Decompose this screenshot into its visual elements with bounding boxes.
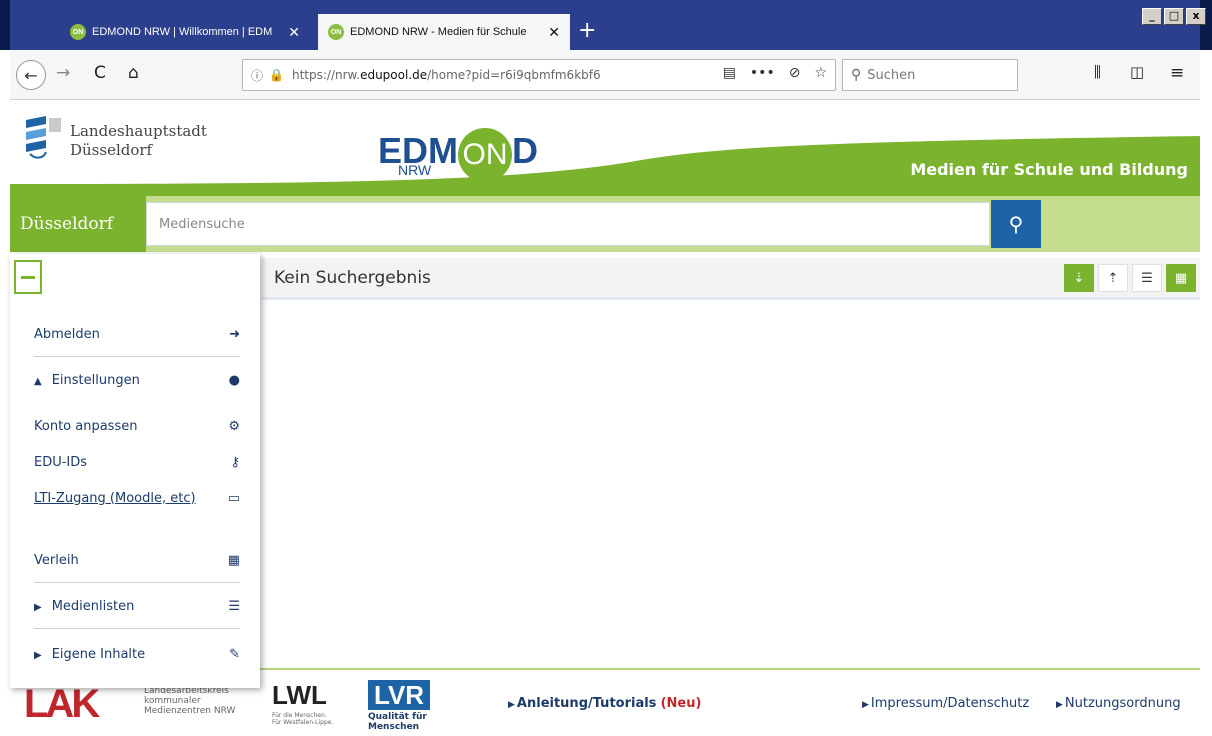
url-text: https://nrw.edupool.de/home?pid=r6i9qbmf…: [291, 68, 601, 82]
menu-item-konto-anpassen[interactable]: Konto anpassen ⚙: [34, 412, 240, 440]
collapse-menu-button[interactable]: [14, 260, 42, 294]
menu-item-verleih[interactable]: Verleih ▦: [34, 546, 240, 574]
minimize-button[interactable]: _: [1142, 8, 1162, 25]
sidebar-toggle-icon[interactable]: ◫: [1130, 63, 1144, 81]
close-tab-icon[interactable]: ✕: [548, 24, 560, 41]
media-search-input[interactable]: Mediensuche: [146, 202, 990, 246]
search-row: Düsseldorf Mediensuche ⚲: [10, 196, 1200, 252]
sort-desc-button[interactable]: ⇣: [1064, 264, 1094, 292]
divider: [34, 582, 240, 583]
city-select-button[interactable]: Düsseldorf: [10, 196, 146, 252]
menu-item-edu-ids[interactable]: EDU-IDs ⚷: [34, 448, 240, 476]
edmond-favicon-icon: ON: [70, 24, 86, 40]
reader-view-icon[interactable]: ▤: [723, 65, 736, 81]
gear-icon: ⚙: [228, 418, 240, 434]
duesseldorf-logo-icon: [26, 116, 61, 159]
url-bar[interactable]: ⓘ 🔒 https://nrw.edupool.de/home?pid=r6i9…: [242, 59, 836, 91]
new-tab-icon[interactable]: +: [578, 17, 596, 45]
close-tab-icon[interactable]: ✕: [288, 24, 300, 41]
lvr-logo[interactable]: LVR Qualität für Menschen: [368, 680, 478, 732]
caret-right-icon: ▶: [34, 649, 42, 661]
divider: [34, 356, 240, 357]
results-tools: ⇣ ⇡ ☰ ▦: [1064, 264, 1196, 292]
library-icon[interactable]: ⫼: [1094, 63, 1101, 81]
sort-asc-button[interactable]: ⇡: [1098, 264, 1128, 292]
tab-title: EDMOND NRW - Medien für Schule: [350, 26, 527, 38]
edit-icon: ✎: [229, 646, 240, 662]
tab-title: EDMOND NRW | Willkommen | EDM: [92, 26, 273, 38]
sign-in-icon: ➜: [229, 326, 240, 342]
menu-item-medienlisten[interactable]: ▶ Medienlisten ☰: [34, 592, 240, 620]
user-icon: ●: [228, 372, 240, 388]
window-controls: _ □ x: [1142, 8, 1206, 25]
divider: [34, 628, 240, 629]
edmond-favicon-icon: ON: [328, 24, 344, 40]
page-header: Landeshauptstadt Düsseldorf EDM ON D NRW M…: [10, 100, 1200, 196]
lwl-logo[interactable]: LWL: [272, 680, 327, 711]
caret-right-icon: ▶: [508, 700, 515, 710]
hamburger-menu-icon[interactable]: ≡: [1170, 63, 1184, 83]
browser-titlebar: ON EDMOND NRW | Willkommen | EDM ✕ ON ED…: [0, 0, 1212, 50]
nutzungsordnung-link[interactable]: ▶ Nutzungsordnung: [1056, 696, 1181, 711]
search-button[interactable]: ⚲: [991, 200, 1041, 248]
side-menu: Abmelden ➜ ▲ Einstellungen ● Konto anpass…: [10, 254, 260, 688]
sort-asc-icon: ⇡: [1107, 270, 1119, 286]
monitor-icon: ▭: [227, 490, 240, 506]
grid-view-button[interactable]: ▦: [1166, 264, 1196, 292]
info-icon[interactable]: ⓘ: [251, 67, 263, 84]
lwl-logo-text: Für die Menschen. Für Westfalen-Lippe.: [272, 712, 334, 726]
lock-warning-icon[interactable]: 🔒: [269, 68, 284, 82]
search-icon: ⚲: [851, 67, 862, 83]
caret-right-icon: ▶: [1056, 700, 1063, 710]
results-bar: Kein Suchergebnis ⇣ ⇡ ☰ ▦: [262, 258, 1200, 300]
header-tagline: Medien für Schule und Bildung: [910, 160, 1188, 179]
caret-up-icon: ▲: [34, 375, 42, 387]
close-window-button[interactable]: x: [1186, 8, 1206, 25]
results-title: Kein Suchergebnis: [274, 267, 431, 288]
tab-welcome[interactable]: ON EDMOND NRW | Willkommen | EDM ✕: [60, 14, 310, 50]
menu-item-eigene-inhalte[interactable]: ▶ Eigene Inhalte ✎: [34, 640, 240, 668]
caret-right-icon: ▶: [34, 601, 42, 613]
browser-navbar: ← → C ⌂ ⓘ 🔒 https://nrw.edupool.de/home?…: [10, 50, 1200, 100]
menu-item-einstellungen[interactable]: ▲ Einstellungen ●: [34, 366, 240, 394]
key-icon: ⚷: [230, 454, 240, 470]
search-icon: ⚲: [1008, 212, 1024, 236]
tutorials-link[interactable]: ▶ Anleitung/Tutorials (Neu): [508, 696, 701, 711]
menu-item-abmelden[interactable]: Abmelden ➜: [34, 320, 240, 348]
maximize-button[interactable]: □: [1164, 8, 1184, 25]
menu-item-lti-zugang[interactable]: LTI-Zugang (Moodle, etc) ▭: [34, 484, 240, 512]
page-actions-icon[interactable]: •••: [750, 65, 775, 81]
minus-icon: [21, 275, 35, 279]
browser-search-input[interactable]: ⚲ Suchen: [842, 59, 1018, 91]
edmond-nrw-logo[interactable]: EDM ON D NRW: [378, 127, 538, 182]
back-icon[interactable]: ←: [16, 60, 46, 90]
tab-medien[interactable]: ON EDMOND NRW - Medien für Schule ✕: [318, 14, 570, 50]
grid-view-icon: ▦: [1174, 270, 1188, 286]
list-view-button[interactable]: ☰: [1132, 264, 1162, 292]
sort-desc-icon: ⇣: [1073, 270, 1085, 286]
calendar-icon: ▦: [227, 552, 240, 568]
reload-icon[interactable]: C: [94, 63, 106, 83]
forward-icon[interactable]: →: [56, 63, 70, 83]
bookmark-star-icon[interactable]: ☆: [814, 65, 827, 81]
lak-logo[interactable]: LAK: [24, 684, 100, 724]
impressum-link[interactable]: ▶ Impressum/Datenschutz: [862, 696, 1029, 711]
lak-logo-text: Landesarbeitskreis kommunaler Medienzent…: [144, 686, 236, 716]
list-icon: ☰: [228, 598, 240, 614]
city-name: Landeshauptstadt Düsseldorf: [70, 122, 207, 159]
home-icon[interactable]: ⌂: [128, 63, 139, 83]
list-view-icon: ☰: [1141, 270, 1153, 286]
pocket-icon[interactable]: ⊘: [789, 65, 801, 81]
caret-right-icon: ▶: [862, 700, 869, 710]
